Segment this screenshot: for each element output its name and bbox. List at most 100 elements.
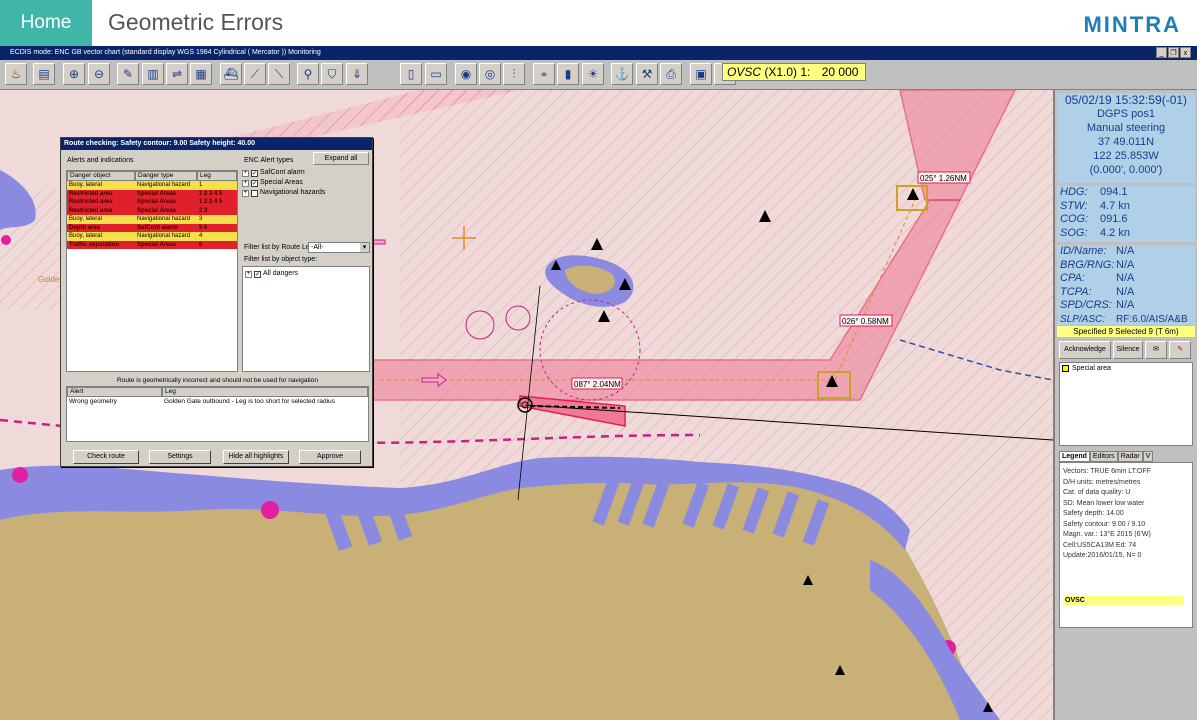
table-cell: Buoy, lateral bbox=[69, 233, 102, 239]
minimize-button[interactable]: _ bbox=[1156, 47, 1167, 58]
alert-table[interactable]: Alert Leg Wrong geometry Golden Gate out… bbox=[66, 386, 369, 442]
legend-ovsc: OVSC bbox=[1063, 596, 1183, 605]
target-row: SPD/CRS: N/A bbox=[1060, 299, 1135, 311]
alarm-icon[interactable]: ♨ bbox=[5, 63, 27, 85]
checkbox-hazards[interactable] bbox=[251, 189, 258, 197]
col-alert[interactable]: Alert bbox=[67, 387, 162, 397]
enc-alert-label: ENC Alert types bbox=[244, 157, 294, 164]
radar-icon[interactable]: ◎ bbox=[479, 63, 501, 85]
table-row[interactable]: Depth area SafCont alarm 5 6 bbox=[67, 223, 237, 232]
steering-mode[interactable]: Manual steering bbox=[1057, 121, 1195, 135]
col-alert-leg[interactable]: Leg bbox=[162, 387, 368, 397]
pen-icon[interactable]: ✎ bbox=[1169, 341, 1191, 359]
position-source[interactable]: DGPS pos1 bbox=[1057, 107, 1195, 121]
table-row[interactable]: Restricted area Special Areas 2 3 bbox=[67, 206, 237, 215]
col-danger-type[interactable]: Danger type bbox=[135, 171, 197, 181]
tree-item-hazards[interactable]: + Navigational hazards bbox=[242, 188, 368, 198]
target-filter-status[interactable]: Specified 9 Selected 9 (T 6m) bbox=[1057, 326, 1195, 337]
tree-item-special[interactable]: + ✔ Special Areas bbox=[242, 178, 368, 188]
check-route-button[interactable]: Check route bbox=[73, 450, 139, 464]
position-offset: (0.000', 0.000') bbox=[1089, 164, 1163, 176]
table-cell: 2 3 bbox=[199, 207, 208, 214]
legend-line: SD: Mean lower low water bbox=[1063, 499, 1145, 507]
tab-radar[interactable]: Radar bbox=[1117, 451, 1143, 462]
target-row: BRG/RNG: N/A bbox=[1060, 258, 1135, 271]
table-row[interactable]: Restricted area Special Areas 1 2 3 4 5 bbox=[67, 189, 237, 198]
book-icon[interactable]: ▯ bbox=[400, 63, 422, 85]
alert-item-label: Special area bbox=[1072, 365, 1111, 372]
chart-info-icon[interactable]: ✎ bbox=[117, 63, 139, 85]
legend-line: Cell:US5CA13M Ed: 74 bbox=[1063, 541, 1137, 549]
approve-button[interactable]: Approve bbox=[299, 450, 361, 464]
acknowledge-button[interactable]: Acknowledge bbox=[1059, 341, 1111, 359]
hide-highlights-button[interactable]: Hide all highlights bbox=[223, 450, 289, 464]
chart-settings-icon[interactable]: ▣ bbox=[690, 63, 712, 85]
danger-table[interactable]: Danger object Danger type Leg Buoy, late… bbox=[66, 170, 238, 372]
alert-leg-cell: Golden Gate outbound - Leg is too short … bbox=[164, 398, 335, 405]
mail-icon[interactable]: ✉ bbox=[1145, 341, 1167, 359]
waypoint-icon[interactable]: ⚲ bbox=[297, 63, 319, 85]
monitor-icon[interactable]: ▭ bbox=[425, 63, 447, 85]
target-icon[interactable]: ◉ bbox=[455, 63, 477, 85]
palette-icon[interactable]: ▮ bbox=[557, 63, 579, 85]
home-button[interactable]: Home bbox=[0, 0, 92, 46]
weather-icon[interactable]: ☀ bbox=[582, 63, 604, 85]
tools-icon[interactable]: ⚒ bbox=[636, 63, 658, 85]
tab-editors[interactable]: Editors bbox=[1089, 451, 1118, 462]
nav-row: SOG: 4.2 kn bbox=[1060, 226, 1130, 239]
sliders-icon[interactable]: ⫶ bbox=[503, 63, 525, 85]
layers-icon[interactable]: ▥ bbox=[142, 63, 164, 85]
col-leg[interactable]: Leg bbox=[197, 171, 237, 181]
expand-icon[interactable]: + bbox=[245, 270, 252, 278]
table-row[interactable]: Buoy, lateral Navigational hazard 3 bbox=[67, 215, 237, 224]
shield-icon[interactable]: ⛉ bbox=[321, 63, 343, 85]
object-type-tree[interactable]: + ✔ All dangers bbox=[242, 266, 370, 372]
antenna-icon[interactable]: ⌖ bbox=[533, 63, 555, 85]
table-cell: Special Areas bbox=[137, 207, 177, 214]
danger-table-header: Danger object Danger type Leg bbox=[67, 171, 237, 181]
alerts-label: Alerts and indications bbox=[67, 157, 134, 164]
table-row[interactable]: Buoy, lateral Navigational hazard 4 bbox=[67, 232, 237, 241]
tree-item-safcont[interactable]: + ✔ SafCont alarm bbox=[242, 168, 368, 178]
measure-icon[interactable]: ⟋ bbox=[244, 63, 266, 85]
grid-icon[interactable]: ▦ bbox=[190, 63, 212, 85]
checkbox-all-dangers[interactable]: ✔ bbox=[254, 270, 261, 278]
expand-all-button[interactable]: Expand all bbox=[313, 152, 369, 165]
table-cell: Traffic separation bbox=[69, 241, 120, 248]
settings-button[interactable]: Settings bbox=[149, 450, 211, 464]
alert-row[interactable]: Wrong geometry Golden Gate outbound - Le… bbox=[67, 397, 368, 406]
table-row[interactable]: Buoy, lateral Navigational hazard 1 bbox=[67, 181, 237, 190]
filter-leg-select[interactable]: -All- bbox=[308, 242, 370, 253]
checkbox-safcont[interactable]: ✔ bbox=[251, 169, 258, 177]
download-icon[interactable]: ⇓ bbox=[346, 63, 368, 85]
tree-item-all-dangers[interactable]: + ✔ All dangers bbox=[245, 269, 367, 279]
expand-icon[interactable]: + bbox=[242, 179, 249, 187]
ship-icon[interactable]: ⛴ bbox=[220, 63, 242, 85]
page-title: Geometric Errors bbox=[108, 9, 284, 35]
alert-type-tree: + ✔ SafCont alarm + ✔ Special Areas + Na… bbox=[242, 168, 368, 200]
tab-v[interactable]: V bbox=[1142, 451, 1154, 462]
legend-line: Magn. var.: 13°E 2015 (6'W) bbox=[1063, 531, 1151, 538]
tab-legend[interactable]: Legend bbox=[1059, 451, 1090, 462]
expand-icon[interactable]: + bbox=[242, 189, 249, 197]
table-cell: Buoy, lateral bbox=[69, 182, 102, 188]
anchor-icon[interactable]: ⚓ bbox=[611, 63, 633, 85]
chart-load-icon[interactable]: ▤ bbox=[33, 63, 55, 85]
zoom-out-icon[interactable]: ⊖ bbox=[88, 63, 110, 85]
alert-list[interactable]: Special area bbox=[1059, 362, 1193, 446]
alert-item[interactable]: Special area bbox=[1060, 363, 1192, 374]
print-icon[interactable]: ⎙ bbox=[660, 63, 682, 85]
close-button[interactable]: x bbox=[1180, 47, 1191, 58]
silence-button[interactable]: Silence bbox=[1113, 341, 1143, 359]
col-danger-object[interactable]: Danger object bbox=[67, 171, 135, 181]
alert-table-header: Alert Leg bbox=[67, 387, 368, 397]
table-row[interactable]: Restricted area Special Areas 1 2 3 4 5 bbox=[67, 198, 237, 207]
checkbox-special[interactable]: ✔ bbox=[251, 179, 258, 187]
route-icon[interactable]: ⇌ bbox=[166, 63, 188, 85]
table-row[interactable]: Traffic separation Special Areas 6 bbox=[67, 240, 237, 249]
table-cell: Navigational hazard bbox=[137, 233, 191, 239]
ruler-icon[interactable]: ⟍ bbox=[268, 63, 290, 85]
zoom-in-icon[interactable]: ⊕ bbox=[63, 63, 85, 85]
restore-button[interactable]: ❐ bbox=[1168, 47, 1179, 58]
expand-icon[interactable]: + bbox=[242, 169, 249, 177]
